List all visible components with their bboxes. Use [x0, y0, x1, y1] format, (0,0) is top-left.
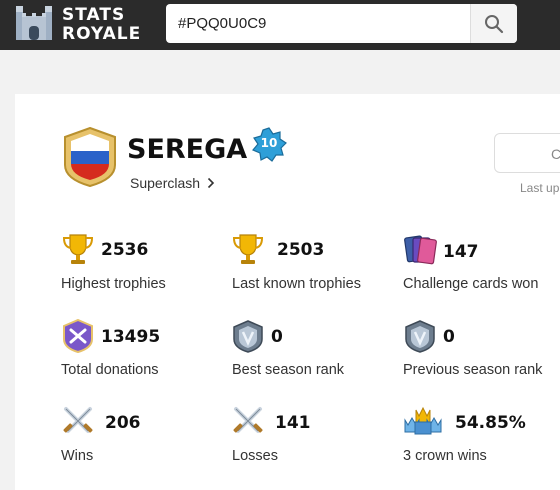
- stat-value-best-season-rank: 0: [271, 327, 283, 347]
- stat-value-losses: 141: [275, 413, 311, 433]
- chevron-right-icon: [207, 177, 215, 189]
- trophy-icon: [232, 234, 264, 264]
- stat-label-losses: Losses: [232, 448, 278, 464]
- clan-name: Superclash: [130, 175, 201, 191]
- stat-value-wins: 206: [105, 413, 141, 433]
- last-updated-text: Last up: [520, 181, 560, 195]
- season-rank-shield-icon: [233, 320, 263, 353]
- search-icon: [485, 14, 504, 33]
- stat-value-three-crown-wins: 54.85%: [455, 413, 526, 433]
- stat-value-challenge-cards-won: 147: [443, 242, 479, 262]
- cards-icon: [404, 235, 437, 265]
- stat-value-highest-trophies: 2536: [101, 240, 149, 260]
- search-button[interactable]: [470, 4, 517, 43]
- level-badge: 10: [251, 127, 287, 163]
- stats-royale-logo[interactable]: STATS ROYALE: [14, 4, 164, 46]
- donation-badge-icon: [63, 319, 93, 353]
- season-rank-shield-icon: [405, 320, 435, 353]
- logo-text-line1: STATS: [62, 5, 126, 25]
- stat-value-total-donations: 13495: [101, 327, 161, 347]
- stat-value-previous-season-rank: 0: [443, 327, 455, 347]
- castle-icon: [16, 6, 52, 40]
- level-number: 10: [260, 136, 278, 150]
- stat-value-last-known-trophies: 2503: [277, 240, 325, 260]
- player-name: SEREGA: [127, 134, 248, 165]
- side-action-button[interactable]: C: [494, 133, 560, 173]
- crossed-swords-icon: [63, 407, 93, 433]
- stat-label-challenge-cards-won: Challenge cards won: [403, 276, 539, 292]
- stat-label-last-known-trophies: Last known trophies: [232, 276, 361, 292]
- stat-label-highest-trophies: Highest trophies: [61, 276, 166, 292]
- stat-label-best-season-rank: Best season rank: [232, 362, 345, 378]
- stat-label-three-crown-wins: 3 crown wins: [403, 448, 487, 464]
- trophy-icon: [62, 234, 94, 264]
- search-input[interactable]: [166, 4, 469, 43]
- russia-flag-shield-icon: [64, 127, 116, 187]
- stat-label-total-donations: Total donations: [61, 362, 159, 378]
- crossed-swords-icon: [233, 407, 263, 433]
- stat-label-wins: Wins: [61, 448, 94, 464]
- top-bar: STATS ROYALE: [0, 0, 560, 50]
- stat-label-previous-season-rank: Previous season rank: [403, 362, 543, 378]
- logo-text-line2: ROYALE: [62, 24, 142, 44]
- logo-text: STATS ROYALE: [62, 6, 141, 44]
- side-action-button-label: C: [551, 146, 560, 162]
- clan-link[interactable]: Superclash: [130, 175, 215, 191]
- three-crowns-icon: [404, 406, 442, 435]
- search-box: [166, 4, 517, 43]
